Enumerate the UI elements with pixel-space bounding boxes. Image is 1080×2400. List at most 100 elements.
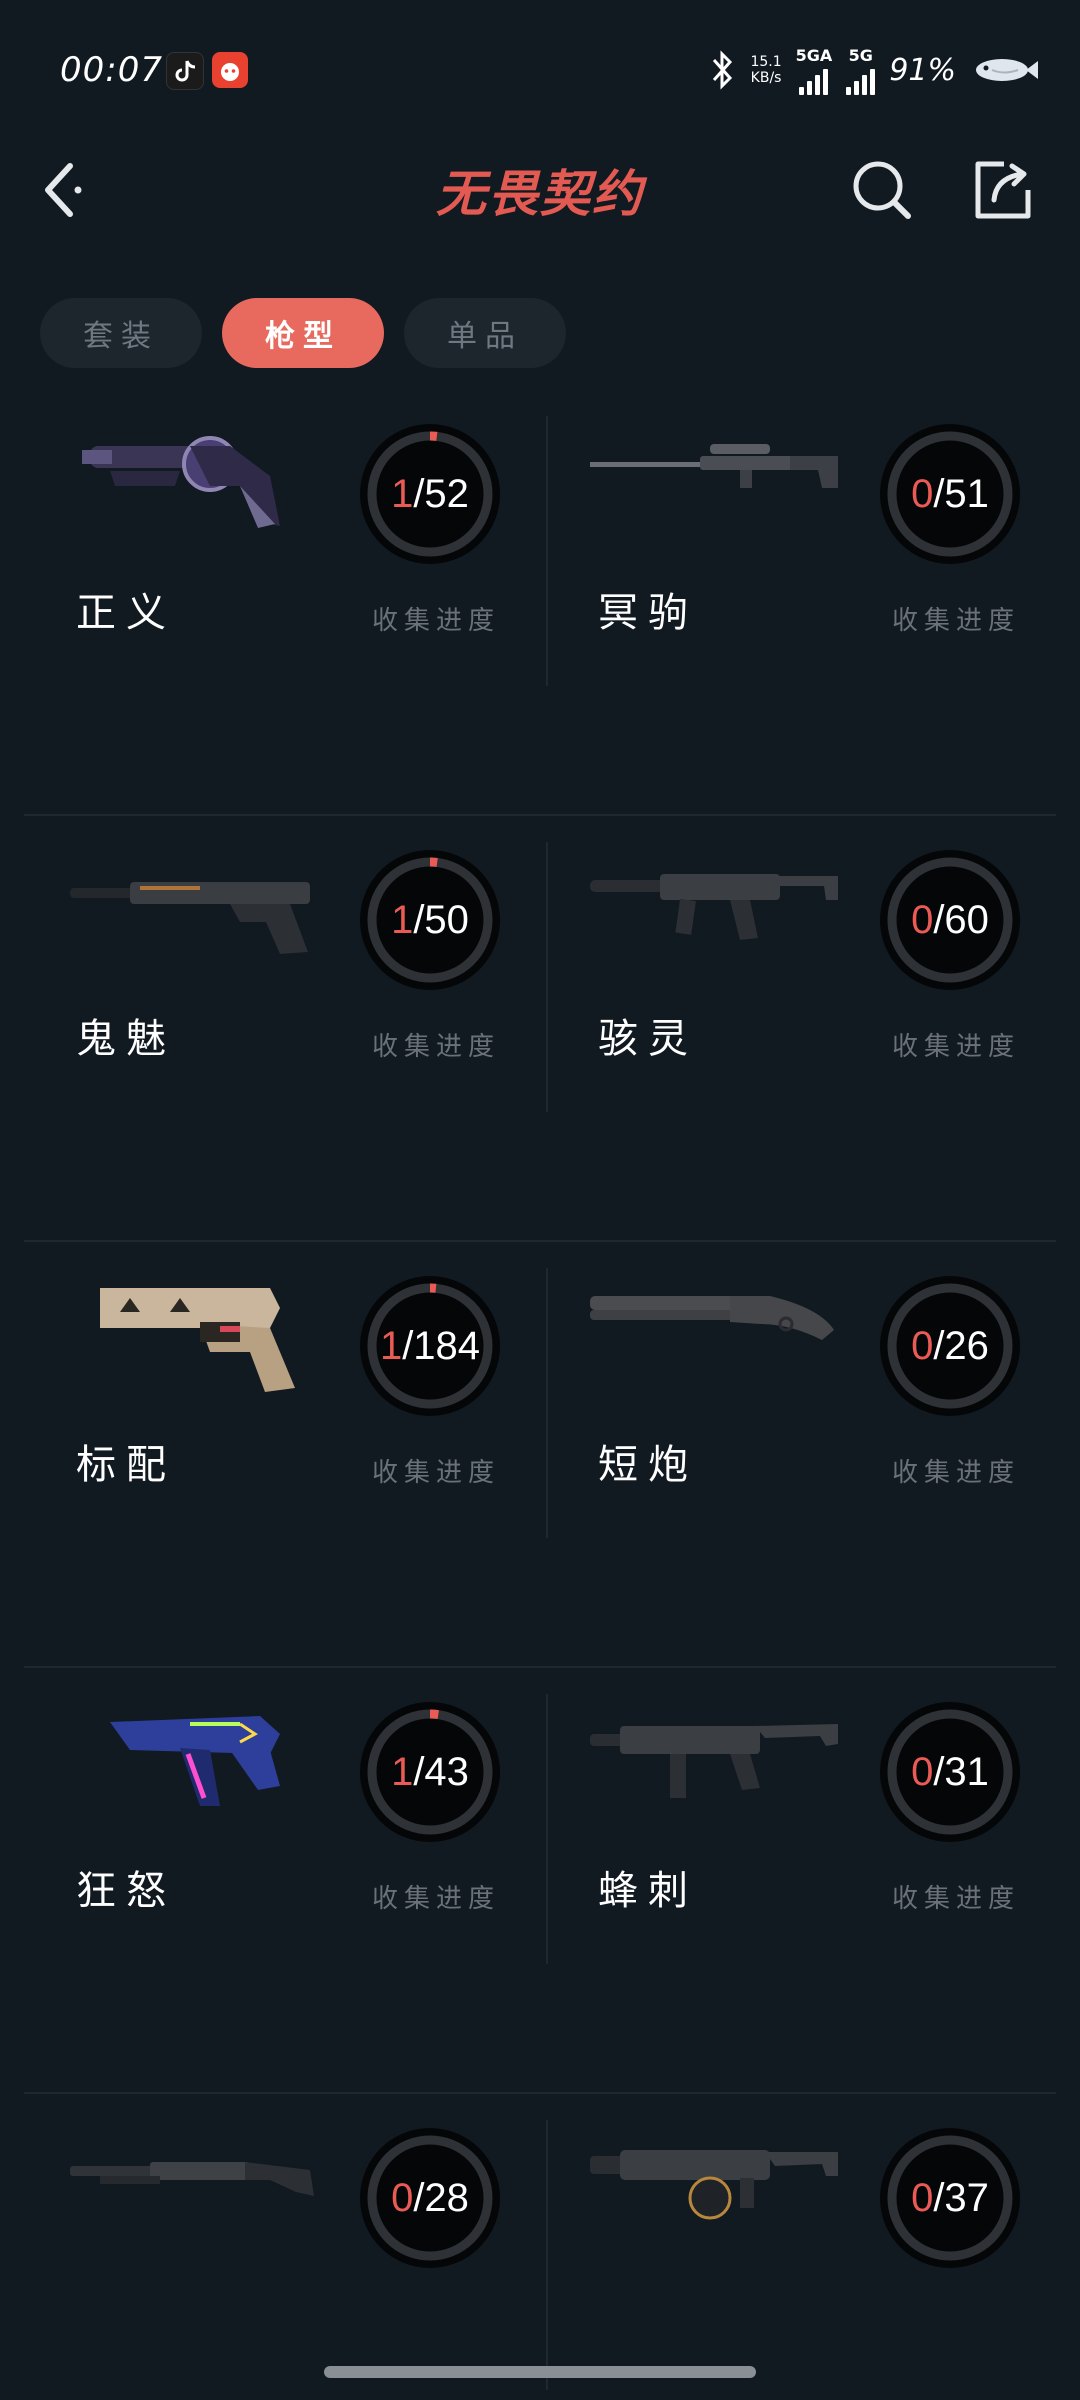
weapon-row: 0/28 0/37: [0, 2094, 1080, 2400]
sim2-signal: 5G: [846, 45, 876, 95]
page-title: 无畏契约: [436, 165, 644, 223]
search-button[interactable]: [850, 158, 914, 222]
weapon-name: 骇灵: [598, 1016, 698, 1062]
owned-count: 0: [911, 2175, 934, 2220]
progress-label: 收集进度: [892, 1458, 1021, 1488]
progress-label: 收集进度: [372, 1884, 501, 1914]
net-speed-value: 15.1: [750, 54, 782, 70]
weapon-card[interactable]: 骇灵 0/60 收集进度: [520, 816, 1040, 1136]
tab-suits[interactable]: 套装: [40, 298, 202, 368]
weapon-row: 鬼魅 1/50 收集进度 骇灵 0 /60 收集进度: [0, 816, 1080, 1242]
weapon-name: 标配: [76, 1442, 176, 1488]
status-time: 00:07: [60, 50, 163, 90]
weapon-card[interactable]: 冥驹 0/51 收集进度: [520, 390, 1040, 710]
progress-label: 收集进度: [372, 1458, 501, 1488]
owned-count: 1: [391, 471, 414, 516]
total-count: /52: [413, 471, 469, 516]
weapon-card[interactable]: 0/37: [520, 2094, 1040, 2400]
header-bar: 无畏契约: [0, 140, 1080, 240]
shotgun-icon: [70, 2162, 314, 2196]
progress-count: 0/37: [880, 2128, 1020, 2268]
sim1-label: 5GA: [795, 45, 833, 65]
signal-bars-icon: [846, 65, 876, 95]
progress-count: 1/184: [360, 1276, 500, 1416]
owned-count: 1: [391, 1749, 414, 1794]
weapon-row: 标配 1/184 收集进度 短炮 0 /26 收集进度: [0, 1242, 1080, 1668]
app-root: 00:07 15.1 KB/s 5GA 5G 91% 无畏契约 套装 枪型 单品…: [0, 0, 1080, 2400]
owned-count: 0: [391, 2175, 414, 2220]
weapon-card[interactable]: 标配 1/184 收集进度: [0, 1242, 520, 1562]
weapon-card[interactable]: 0/28: [0, 2094, 520, 2400]
weapon-card[interactable]: 狂怒 1/43 收集进度: [0, 1668, 520, 1988]
progress-label: 收集进度: [892, 1032, 1021, 1062]
progress-count: 0/31: [880, 1702, 1020, 1842]
tiktok-notification-icon: [166, 52, 204, 90]
frenzy-pistol-icon: [110, 1716, 280, 1806]
weapon-card[interactable]: 短炮 0/26 收集进度: [520, 1242, 1040, 1562]
owned-count: 0: [911, 471, 934, 516]
sawed-off-shotgun-icon: [590, 1296, 834, 1340]
red-app-notification-icon: [212, 52, 248, 88]
owned-count: 1: [391, 897, 414, 942]
weapon-name: 正义: [76, 590, 176, 636]
weapon-card[interactable]: 鬼魅 1/50 收集进度: [0, 816, 520, 1136]
tab-single-items[interactable]: 单品: [404, 298, 566, 368]
weapon-name: 蜂刺: [598, 1868, 698, 1914]
classic-pistol-icon: [100, 1288, 295, 1392]
weapon-name: 冥驹: [598, 590, 698, 636]
weapon-name: 短炮: [598, 1442, 698, 1488]
progress-count: 1/50: [360, 850, 500, 990]
progress-count: 1/43: [360, 1702, 500, 1842]
weapon-row: 狂怒 1/43 收集进度 蜂刺 0 /31 收集进度: [0, 1668, 1080, 2094]
progress-count: 1/52: [360, 424, 500, 564]
total-count: /31: [933, 1749, 989, 1794]
sniper-rifle-icon: [590, 444, 838, 488]
revolver-skin-icon: [82, 436, 280, 528]
weapon-grid: 正义 1/52 收集进度 冥驹 0 /51 收集进度 鬼魅 1 /50 收集进度…: [0, 390, 1080, 2400]
weapon-name: 鬼魅: [76, 1016, 176, 1062]
signal-bars-icon: [799, 65, 829, 95]
sim1-signal: 5GA: [795, 45, 833, 95]
progress-label: 收集进度: [892, 1884, 1021, 1914]
tab-weapon-types[interactable]: 枪型: [222, 298, 384, 368]
progress-label: 收集进度: [892, 606, 1021, 636]
weapon-card[interactable]: 正义 1/52 收集进度: [0, 390, 520, 710]
total-count: /43: [413, 1749, 469, 1794]
smg-silenced-icon: [590, 874, 838, 940]
owned-count: 0: [911, 1323, 934, 1368]
total-count: /51: [933, 471, 989, 516]
status-right-group: 15.1 KB/s 5GA 5G 91%: [708, 45, 1040, 95]
owned-count: 0: [911, 1749, 934, 1794]
silenced-pistol-icon: [70, 882, 310, 954]
total-count: /28: [413, 2175, 469, 2220]
total-count: /37: [933, 2175, 989, 2220]
progress-count: 0/60: [880, 850, 1020, 990]
battery-percent: 91%: [889, 52, 956, 88]
sim2-label: 5G: [848, 45, 873, 65]
status-bar: 00:07 15.1 KB/s 5GA 5G 91%: [0, 0, 1080, 120]
net-speed: 15.1 KB/s: [750, 54, 781, 86]
drum-shotgun-icon: [590, 2150, 838, 2220]
battery-fish-icon: [976, 59, 1038, 81]
weapon-card[interactable]: 蜂刺 0/31 收集进度: [520, 1668, 1040, 1988]
owned-count: 1: [379, 1323, 403, 1368]
home-indicator[interactable]: [324, 2366, 756, 2378]
progress-label: 收集进度: [372, 1032, 501, 1062]
total-count: /50: [413, 897, 469, 942]
progress-count: 0/28: [360, 2128, 500, 2268]
share-button[interactable]: [970, 158, 1034, 222]
share-icon: [975, 161, 1031, 219]
total-count: /26: [933, 1323, 989, 1368]
progress-count: 0/26: [880, 1276, 1020, 1416]
bluetooth-icon: [713, 50, 733, 90]
stinger-smg-icon: [590, 1724, 838, 1798]
weapon-name: 狂怒: [76, 1868, 176, 1914]
owned-count: 0: [911, 897, 934, 942]
weapon-row: 正义 1/52 收集进度 冥驹 0 /51 收集进度: [0, 390, 1080, 816]
progress-label: 收集进度: [372, 606, 501, 636]
search-icon: [853, 161, 911, 219]
total-count: /184: [402, 1323, 481, 1368]
progress-count: 0/51: [880, 424, 1020, 564]
net-speed-unit: KB/s: [750, 70, 782, 86]
filter-tabs: 套装 枪型 单品: [40, 298, 566, 368]
